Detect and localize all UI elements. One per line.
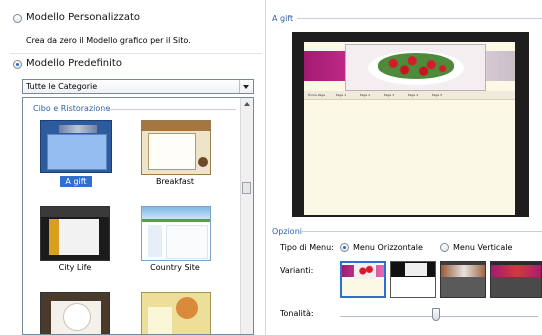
chevron-down-icon[interactable] <box>239 80 253 93</box>
template-name: Breakfast <box>155 177 195 186</box>
variants-label: Varianti: <box>280 266 314 275</box>
template-thumbnail <box>141 292 211 334</box>
variant-2[interactable] <box>390 261 436 298</box>
group-divider <box>101 109 236 110</box>
gallery-scrollbar[interactable] <box>240 98 253 334</box>
category-select-value: Tutte le Categorie <box>26 82 98 91</box>
custom-model-label[interactable]: Modello Personalizzato <box>26 12 140 23</box>
predefined-model-label[interactable]: Modello Predefinito <box>26 58 122 69</box>
template-tile-city-life[interactable]: City Life <box>36 204 126 278</box>
category-select[interactable]: Tutte le Categorie <box>22 79 254 94</box>
custom-model-description: Crea da zero il Modello grafico per il S… <box>26 36 191 45</box>
custom-model-radio[interactable] <box>13 14 22 23</box>
preview-nav: Home Page Page 1 Page 2 Page 3 Page 4 Pa… <box>304 91 515 100</box>
preview-divider <box>297 18 542 19</box>
options-divider <box>302 231 542 232</box>
options-title: Opzioni <box>272 227 302 236</box>
preview-title: A gift <box>272 14 294 23</box>
template-thumbnail <box>141 120 211 175</box>
tone-slider-handle[interactable] <box>432 308 440 321</box>
template-thumbnail <box>141 206 211 261</box>
menu-vertical-radio[interactable] <box>440 243 449 252</box>
menu-vertical-label[interactable]: Menu Verticale <box>453 243 512 252</box>
preview-nav-item: Page 2 <box>360 93 371 97</box>
menu-horizontal-label[interactable]: Menu Orizzontale <box>353 243 423 252</box>
variant-4[interactable] <box>490 261 542 298</box>
group-title: Cibo e Ristorazione <box>33 104 111 113</box>
preview-nav-item: Page 3 <box>384 93 395 97</box>
template-thumbnail <box>40 120 112 173</box>
preview-nav-item: Home Page <box>308 93 326 97</box>
menu-horizontal-radio[interactable] <box>340 243 349 252</box>
template-thumbnail <box>40 292 110 334</box>
tone-label: Tonalità: <box>280 309 314 318</box>
template-tile[interactable] <box>130 290 220 334</box>
template-tile-country-site[interactable]: Country Site <box>130 204 220 278</box>
template-name: Country Site <box>150 263 200 272</box>
scroll-up-icon[interactable] <box>241 98 253 110</box>
template-gallery: Cibo e Ristorazione A gift Breakfast Cit… <box>22 97 254 335</box>
template-name: A gift <box>65 177 87 186</box>
variant-3[interactable] <box>440 261 486 298</box>
template-tile-a-gift[interactable]: A gift <box>36 118 116 192</box>
divider <box>10 53 262 54</box>
predefined-model-radio[interactable] <box>13 60 22 69</box>
preview-nav-item: Page 1 <box>336 93 347 97</box>
strawberry-cake-image <box>378 53 454 79</box>
variant-1[interactable] <box>340 261 386 298</box>
preview-banner <box>345 44 486 91</box>
menu-type-label: Tipo di Menu: <box>280 243 334 252</box>
scrollbar-thumb[interactable] <box>242 182 251 194</box>
template-name: City Life <box>58 263 92 272</box>
template-thumbnail <box>40 206 110 261</box>
preview-nav-item: Page 4 <box>408 93 419 97</box>
template-tile-breakfast[interactable]: Breakfast <box>130 118 220 192</box>
template-tile[interactable] <box>36 290 126 334</box>
preview-nav-item: Page 5 <box>432 93 443 97</box>
